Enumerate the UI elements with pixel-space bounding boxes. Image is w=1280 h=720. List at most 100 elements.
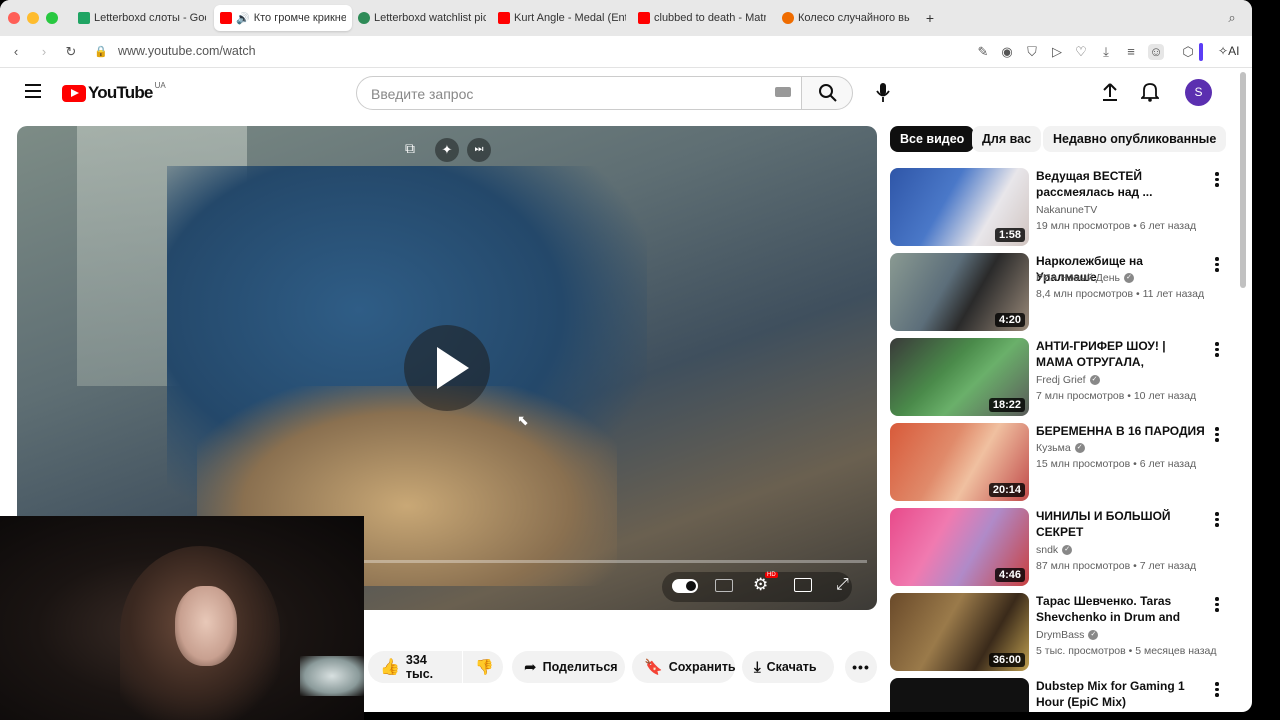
more-options-icon[interactable] <box>1212 172 1222 188</box>
video-meta: 7 млн просмотров • 10 лет назад <box>1036 390 1197 402</box>
autoplay-toggle[interactable] <box>672 579 698 593</box>
filter-chip-recent[interactable]: Недавно опубликованные <box>1043 126 1227 152</box>
camera-icon[interactable]: ◉ <box>999 44 1015 60</box>
recommendation-item[interactable]: 1:58 Ведущая ВЕСТЕЙ рассмеялась над ... … <box>890 168 1230 246</box>
recommendation-item[interactable]: 36:00 Тарас Шевченко. Taras Shevchenko i… <box>890 593 1230 671</box>
like-button[interactable]: 👍 334 тыс. <box>368 651 462 683</box>
profile-icon[interactable]: ☺ <box>1148 44 1164 60</box>
back-icon[interactable]: ‹ <box>8 44 24 60</box>
browser-tab[interactable]: Kurt Angle - Medal (Ente <box>492 5 632 31</box>
more-horizontal-icon: ••• <box>852 659 870 675</box>
tab-search-icon[interactable]: ⌕ <box>1224 10 1240 26</box>
video-thumbnail[interactable]: 20:14 <box>890 423 1029 501</box>
ai-button[interactable]: ✧AI <box>1218 44 1239 58</box>
video-thumbnail[interactable]: 4:46 <box>890 508 1029 586</box>
maximize-window-button[interactable] <box>46 12 58 24</box>
download-icon[interactable]: ⤓ <box>1098 44 1114 60</box>
minimize-window-button[interactable] <box>27 12 39 24</box>
lock-icon: 🔒 <box>94 46 108 58</box>
download-button[interactable]: ⤓ Скачать <box>742 651 834 683</box>
play-button[interactable] <box>404 325 490 411</box>
microphone-icon[interactable] <box>875 82 891 104</box>
heart-icon[interactable]: ♡ <box>1073 44 1089 60</box>
browser-tab[interactable]: clubbed to death - Matri <box>632 5 772 31</box>
youtube-favicon-icon <box>220 12 232 24</box>
progress-bar[interactable] <box>364 560 867 563</box>
browser-tab[interactable]: Letterboxd слоты - Goog <box>72 5 212 31</box>
close-window-button[interactable] <box>8 12 20 24</box>
verified-badge-icon: ✓ <box>1124 273 1135 284</box>
more-actions-button[interactable]: ••• <box>845 651 877 683</box>
menu-list-icon[interactable]: ≡ <box>1123 44 1139 60</box>
sparkle-icon[interactable]: ✦ <box>435 138 459 162</box>
video-meta: 5 тыс. просмотров • 5 месяцев назад <box>1036 645 1217 657</box>
recommendation-item[interactable]: 4:20 Нарколежбище на Уралмаше РИА Новый … <box>890 253 1230 331</box>
browser-tab[interactable]: Колесо случайного вы <box>776 5 916 31</box>
youtube-favicon-icon <box>638 12 650 24</box>
settings-gear-icon[interactable]: ⚙ <box>753 575 768 595</box>
reload-icon[interactable]: ↻ <box>63 44 79 60</box>
scrollbar[interactable] <box>1240 72 1246 288</box>
notifications-bell-icon[interactable] <box>1141 82 1159 102</box>
search-icon <box>819 84 837 102</box>
fullscreen-icon[interactable]: ⤢ <box>836 576 849 594</box>
play-icon[interactable]: ▷ <box>1049 44 1065 60</box>
recommendation-item[interactable]: 20:14 БЕРЕМЕННА В 16 ПАРОДИЯ Кузьма ✓ 15 … <box>890 423 1230 501</box>
thumbs-up-icon: 👍 <box>380 659 400 676</box>
video-meta: 19 млн просмотров • 6 лет назад <box>1036 220 1197 232</box>
more-options-icon[interactable] <box>1212 682 1222 698</box>
upload-icon[interactable] <box>1101 82 1119 102</box>
speaker-icon[interactable]: 🔊 <box>236 12 250 25</box>
verified-badge-icon: ✓ <box>1088 630 1099 641</box>
search-input[interactable]: Введите запрос <box>356 76 802 110</box>
search-button[interactable] <box>801 76 853 110</box>
play-icon <box>437 347 469 389</box>
more-options-icon[interactable] <box>1212 597 1222 613</box>
youtube-logo[interactable]: YouTube UA <box>62 81 166 103</box>
browser-tab[interactable]: Letterboxd watchlist pic <box>352 5 492 31</box>
share-button[interactable]: ➦ Поделиться <box>512 651 625 683</box>
dislike-button[interactable]: 👎 <box>463 651 503 683</box>
video-thumbnail[interactable]: 1:58 <box>890 168 1029 246</box>
video-thumbnail[interactable]: 18:22 <box>890 338 1029 416</box>
webcam-face <box>175 586 237 666</box>
more-options-icon[interactable] <box>1212 342 1222 358</box>
save-button[interactable]: 🔖 Сохранить <box>632 651 736 683</box>
recommendation-item[interactable]: 18:22 АНТИ-ГРИФЕР ШОУ! | МАМА ОТРУГАЛА, … <box>890 338 1230 416</box>
download-icon: ⤓ <box>754 658 761 676</box>
shield-icon[interactable]: ⛉ <box>1024 44 1040 60</box>
video-thumbnail[interactable]: 4:20 <box>890 253 1029 331</box>
browser-tab-active[interactable]: 🔊 Кто громче крикнет <box>214 5 352 31</box>
verified-badge-icon: ✓ <box>1074 443 1085 454</box>
forward-icon[interactable]: › <box>36 44 52 60</box>
theater-mode-icon[interactable] <box>794 578 812 592</box>
letterboxd-icon <box>358 12 370 24</box>
bookmark-icon: 🔖 <box>644 659 663 676</box>
verified-badge-icon: ✓ <box>1062 545 1073 556</box>
filter-chip-all[interactable]: Все видео <box>890 126 975 152</box>
more-options-icon[interactable] <box>1212 512 1222 528</box>
recommendation-item[interactable]: 4:46 ЧИНИЛЫ И БОЛЬШОЙ СЕКРЕТ sndk ✓ 87 мл… <box>890 508 1230 586</box>
webcam-overlay <box>0 516 364 720</box>
extension-icon[interactable]: ⬡ <box>1180 44 1196 60</box>
url-field[interactable]: www.youtube.com/watch <box>118 44 256 58</box>
filter-chip-for-you[interactable]: Для вас <box>972 126 1042 152</box>
video-thumbnail[interactable] <box>890 678 1029 712</box>
miniplayer-icon[interactable]: ⧉ <box>405 140 429 158</box>
address-bar: ‹ › ↻ 🔒 www.youtube.com/watch ✎ ◉ ⛉ ▷ ♡ … <box>0 36 1252 68</box>
more-options-icon[interactable] <box>1212 257 1222 273</box>
subtitles-icon[interactable] <box>715 579 733 592</box>
edit-icon[interactable]: ✎ <box>975 44 991 60</box>
video-thumbnail[interactable]: 36:00 <box>890 593 1029 671</box>
skip-next-icon[interactable]: ⏭ <box>467 138 491 162</box>
hd-badge: HD <box>765 572 778 578</box>
mouse-cursor-icon: ⬉ <box>517 412 529 428</box>
avatar[interactable]: S <box>1185 79 1212 106</box>
verified-badge-icon: ✓ <box>1089 375 1100 386</box>
more-options-icon[interactable] <box>1212 427 1222 443</box>
keyboard-icon[interactable] <box>775 87 791 97</box>
thumbs-down-icon: 👎 <box>475 659 494 676</box>
new-tab-button[interactable]: + <box>922 10 938 26</box>
hamburger-menu-icon[interactable] <box>25 84 41 98</box>
recommendation-item[interactable]: Dubstep Mix for Gaming 1 Hour (EpiC Mix) <box>890 678 1230 712</box>
